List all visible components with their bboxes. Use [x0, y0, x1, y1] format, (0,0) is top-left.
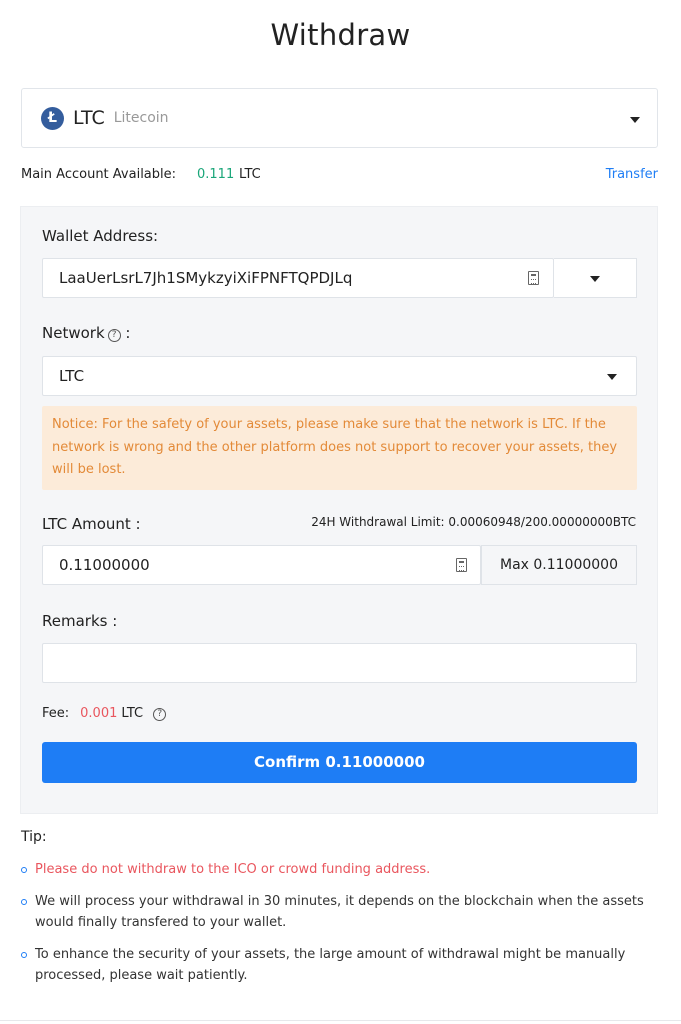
- list-item: Please do not withdraw to the ICO or cro…: [21, 859, 651, 881]
- wallet-address-value: LaaUerLsrL7Jh1SMykzyiXiFPNFTQPDJLq: [59, 269, 353, 287]
- tip-list: Please do not withdraw to the ICO or cro…: [21, 859, 651, 997]
- wallet-address-input[interactable]: LaaUerLsrL7Jh1SMykzyiXiFPNFTQPDJLq: [42, 258, 554, 298]
- tip-title: Tip:: [21, 829, 47, 845]
- bullet-icon: [21, 898, 27, 905]
- tip-text: Please do not withdraw to the ICO or cro…: [35, 862, 431, 877]
- bullet-icon: [21, 867, 27, 873]
- remarks-label: Remarks :: [42, 612, 118, 630]
- network-select[interactable]: LTC: [42, 356, 637, 396]
- coin-symbol: LTC: [73, 107, 105, 129]
- confirm-button[interactable]: Confirm 0.11000000: [42, 742, 637, 783]
- list-item: We will process your withdrawal in 30 mi…: [21, 891, 651, 934]
- amount-label: LTC Amount :: [42, 515, 141, 533]
- network-notice: Notice: For the safety of your assets, p…: [42, 406, 637, 490]
- fee-row: Fee: 0.001 LTC ?: [42, 706, 167, 721]
- chevron-down-icon: [607, 374, 617, 380]
- remarks-input[interactable]: [43, 644, 636, 682]
- max-button[interactable]: Max 0.11000000: [481, 545, 637, 585]
- network-value: LTC: [59, 367, 85, 385]
- network-label: Network? :: [42, 324, 130, 342]
- coin-select[interactable]: Ł LTC Litecoin: [21, 88, 658, 148]
- withdrawal-limit: 24H Withdrawal Limit: 0.00060948/200.000…: [311, 515, 636, 529]
- amount-value: 0.11000000: [59, 556, 150, 574]
- coin-name: Litecoin: [113, 110, 169, 126]
- transfer-link[interactable]: Transfer: [606, 167, 658, 182]
- available-unit: LTC: [239, 167, 261, 182]
- divider: [0, 1020, 681, 1021]
- withdraw-form: Wallet Address: LaaUerLsrL7Jh1SMykzyiXiF…: [20, 206, 658, 814]
- available-amount: 0.111: [197, 167, 235, 182]
- account-row: Main Account Available: 0.111 LTC Transf…: [21, 165, 658, 185]
- litecoin-icon: Ł: [41, 106, 64, 130]
- chevron-down-icon: [630, 117, 640, 123]
- bullet-icon: [21, 951, 27, 958]
- chevron-down-icon: [590, 276, 600, 282]
- wallet-address-label: Wallet Address:: [42, 227, 159, 245]
- available-label: Main Account Available:: [21, 167, 177, 182]
- page-title: Withdraw: [270, 18, 411, 52]
- fee-value: 0.001: [80, 706, 118, 721]
- fee-unit: LTC: [121, 706, 144, 721]
- paste-icon[interactable]: [528, 271, 539, 285]
- amount-input[interactable]: 0.11000000: [42, 545, 481, 585]
- tip-text: We will process your withdrawal in 30 mi…: [35, 893, 644, 931]
- help-icon[interactable]: ?: [153, 708, 167, 721]
- network-label-text: Network: [42, 324, 105, 342]
- help-icon[interactable]: ?: [107, 329, 121, 342]
- calculator-icon[interactable]: [456, 558, 467, 572]
- network-label-suffix: :: [125, 324, 131, 342]
- list-item: To enhance the security of your assets, …: [21, 944, 651, 987]
- fee-label: Fee:: [42, 706, 70, 721]
- address-book-dropdown[interactable]: [554, 258, 637, 298]
- tip-text: To enhance the security of your assets, …: [35, 946, 626, 984]
- remarks-field[interactable]: [42, 643, 637, 683]
